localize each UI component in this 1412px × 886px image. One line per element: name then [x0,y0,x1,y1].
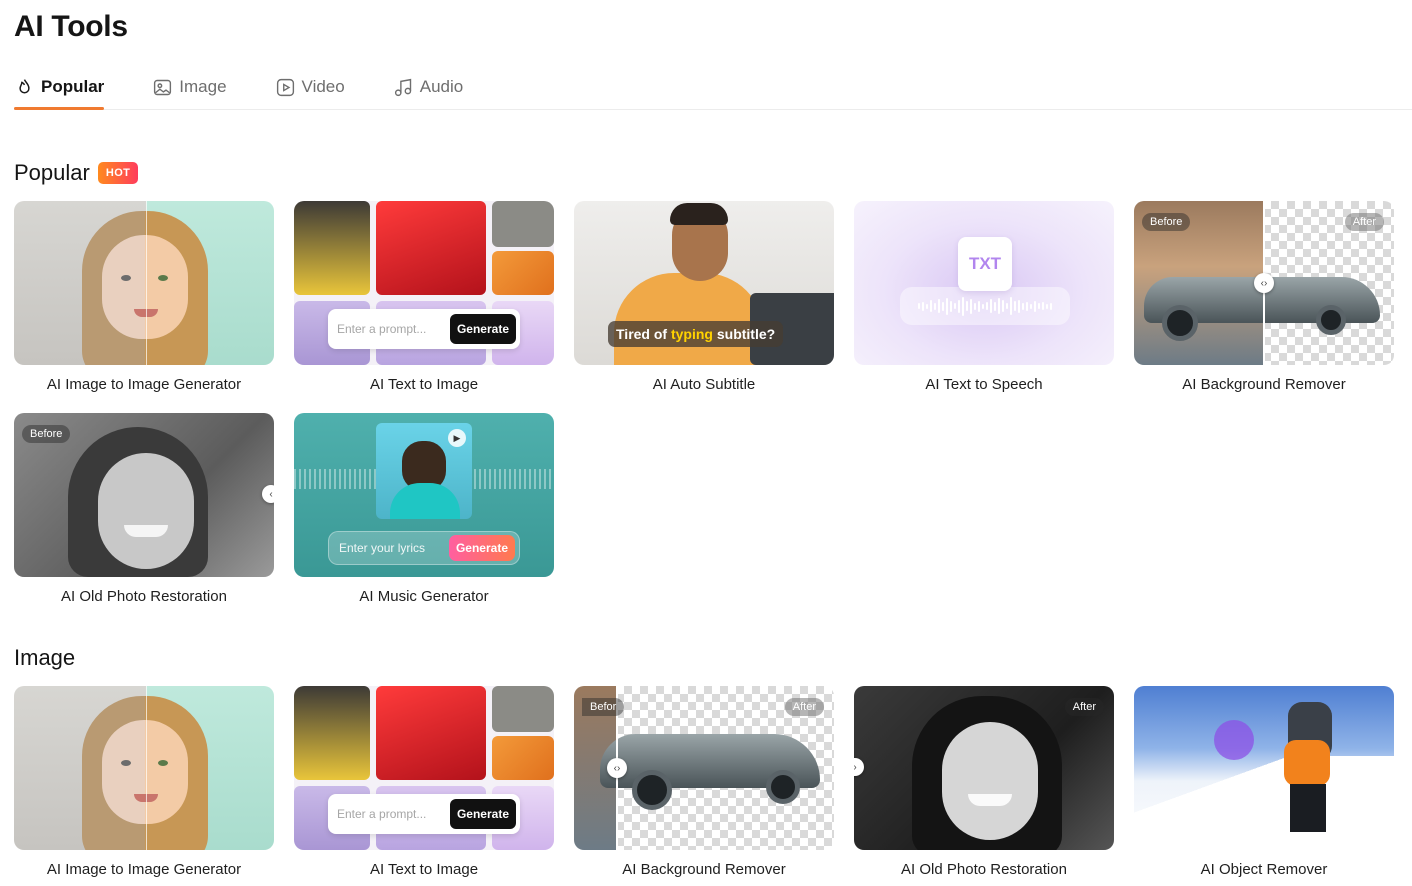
compare-slider-handle[interactable]: ‹› [607,758,627,778]
tool-thumbnail: TXT [854,201,1114,365]
tool-card-label: AI Text to Image [369,376,479,393]
tab-audio[interactable]: Audio [393,66,463,108]
tool-thumbnail: ‹ Before [14,413,274,577]
prompt-input[interactable]: Enter a prompt... Generate [328,309,520,349]
hot-badge: HOT [97,162,139,184]
lyrics-placeholder: Enter your lyrics [339,541,426,555]
tool-thumbnail: Tired of typing subtitle? [574,201,834,365]
tool-thumbnail: ▶ Enter your lyrics Generate [294,413,554,577]
compare-slider-handle[interactable]: ‹› [1254,273,1274,293]
tool-card-text-to-speech[interactable]: TXT AI Text to Speech [854,201,1114,393]
music-note-icon [394,78,411,96]
tool-card-text-to-image[interactable]: Enter a prompt... Generate AI Text to Im… [294,686,554,878]
tab-label: Audio [419,77,464,96]
tool-card-object-remover[interactable]: AI Object Remover [1134,686,1394,878]
tab-video[interactable]: Video [275,66,345,108]
tool-card-auto-subtitle[interactable]: Tired of typing subtitle? AI Auto Subtit… [574,201,834,393]
tab-popular[interactable]: Popular [14,66,105,110]
tab-image[interactable]: Image [152,66,227,108]
play-icon[interactable]: ▶ [448,429,466,447]
tool-card-background-remover[interactable]: ‹› Before After AI Background Remover [1134,201,1394,393]
tool-card-label: AI Object Remover [1200,861,1328,878]
tool-card-label: AI Old Photo Restoration [901,861,1067,878]
tool-card-label: AI Background Remover [1182,376,1346,393]
tool-thumbnail: Enter a prompt... Generate [294,686,554,850]
tab-label: Popular [41,77,105,96]
tool-thumbnail: ‹› Befor After [574,686,834,850]
tool-card-background-remover[interactable]: ‹› Befor After AI Background Remover [574,686,834,878]
tool-card-image-to-image[interactable]: AI Image to Image Generator [14,686,274,878]
txt-file-icon: TXT [958,237,1012,291]
tool-card-label: AI Text to Speech [925,376,1043,393]
album-cover: ▶ [376,423,472,519]
tool-thumbnail: › After [854,686,1114,850]
waveform-icon [900,287,1070,325]
tool-thumbnail: Enter a prompt... Generate [294,201,554,365]
tool-thumbnail: ‹› Before After [1134,201,1394,365]
caption-text: subtitle? [716,326,776,342]
after-chip: After [1064,698,1104,716]
tool-card-label: AI Text to Image [369,861,479,878]
tool-card-label: AI Music Generator [359,588,489,605]
generate-button[interactable]: Generate [449,799,516,829]
prompt-placeholder: Enter a prompt... [337,322,427,336]
section-title-image: Image [14,645,75,671]
tab-label: Video [301,77,345,96]
generate-button[interactable]: Generate [448,535,515,561]
tool-card-old-photo-restoration[interactable]: ‹ Before AI Old Photo Restoration [14,413,274,605]
tool-thumbnail [14,201,274,365]
tool-card-text-to-image[interactable]: Enter a prompt... Generate AI Text to Im… [294,201,554,393]
flame-icon [19,78,30,93]
tool-card-label: AI Auto Subtitle [652,376,756,393]
before-chip: Before [1142,213,1191,231]
tool-card-label: AI Image to Image Generator [46,861,242,878]
play-icon [276,78,294,96]
tool-card-image-to-image[interactable]: AI Image to Image Generator [14,201,274,393]
subtitle-caption: Tired of typing subtitle? [608,321,784,347]
prompt-input[interactable]: Enter a prompt... Generate [328,794,520,834]
tool-card-music-generator[interactable]: ▶ Enter your lyrics Generate AI Music Ge… [294,413,554,605]
tool-card-label: AI Image to Image Generator [46,376,242,393]
tool-card-label: AI Background Remover [622,861,786,878]
before-chip: Before [22,425,71,443]
lyrics-input[interactable]: Enter your lyrics Generate [328,531,520,565]
generate-button[interactable]: Generate [449,314,516,344]
before-chip: Befor [582,698,625,716]
after-chip: After [784,698,824,716]
after-chip: After [1344,213,1384,231]
category-tabs: Popular Image Video Audio [14,66,1412,110]
section-heading: Popular [14,160,90,185]
caption-highlight: typing [670,326,713,342]
image-icon [154,79,172,95]
tool-card-old-photo-restoration[interactable]: › After AI Old Photo Restoration [854,686,1114,878]
tab-label: Image [179,77,227,96]
section-title-popular: Popular HOT [14,160,139,186]
tool-thumbnail [1134,686,1394,850]
tool-thumbnail [14,686,274,850]
compare-slider-handle[interactable]: ‹ [262,485,274,503]
caption-text: Tired of [616,326,668,342]
section-heading: Image [14,645,76,670]
page-title: AI Tools [14,10,128,43]
tool-card-label: AI Old Photo Restoration [61,588,227,605]
prompt-placeholder: Enter a prompt... [337,807,427,821]
